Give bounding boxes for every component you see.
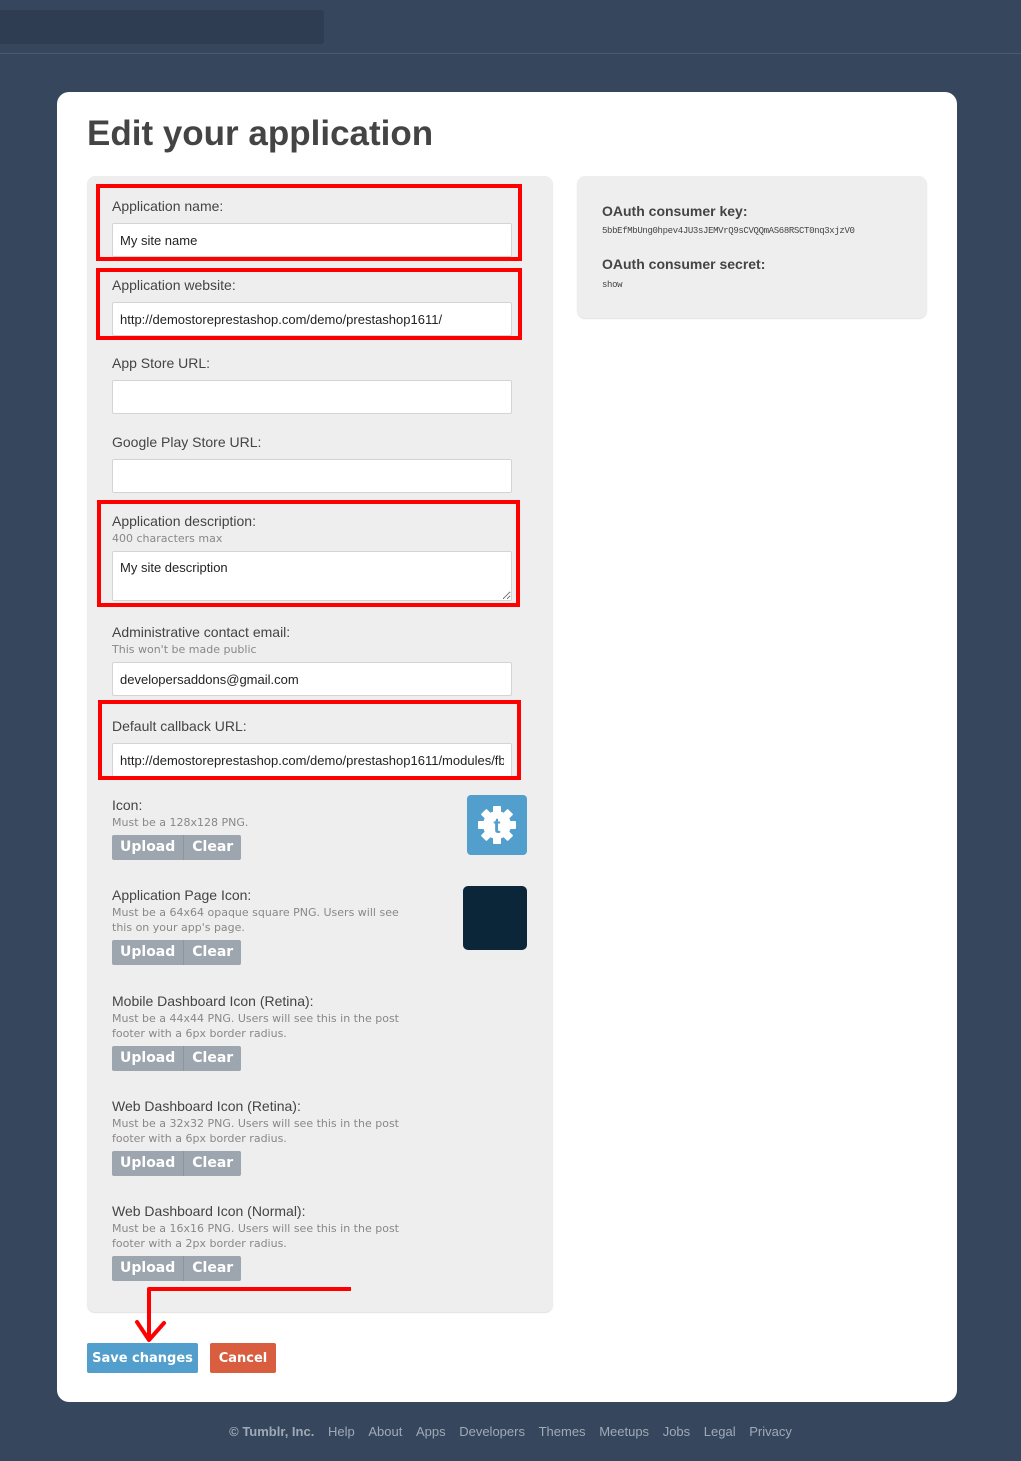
application-description-textarea[interactable]: My site description <box>112 551 512 601</box>
save-changes-button[interactable]: Save changes <box>87 1343 198 1373</box>
application-page-icon-clear-button[interactable]: Clear <box>184 940 242 965</box>
application-website-label: Application website: <box>112 277 236 293</box>
application-page-icon-upload-button[interactable]: Upload <box>112 940 185 965</box>
icon-preview: t <box>467 795 527 855</box>
footer-link-apps[interactable]: Apps <box>416 1424 446 1439</box>
web-dashboard-icon-normal-label: Web Dashboard Icon (Normal): <box>112 1203 306 1219</box>
top-navigation-bar <box>0 0 1021 54</box>
page-title: Edit your application <box>87 114 434 153</box>
app-store-url-label: App Store URL: <box>112 355 211 371</box>
oauth-consumer-secret-label: OAuth consumer secret: <box>602 256 766 272</box>
admin-email-input[interactable] <box>112 662 512 696</box>
field-web-dashboard-icon-normal: Web Dashboard Icon (Normal): Must be a 1… <box>112 1203 512 1281</box>
footer-link-developers[interactable]: Developers <box>459 1424 525 1439</box>
edit-application-card: Edit your application Application name: … <box>57 92 957 1402</box>
admin-email-label: Administrative contact email: <box>112 624 291 640</box>
application-page-icon-button-group: Upload Clear <box>112 940 512 965</box>
footer-link-legal[interactable]: Legal <box>704 1424 736 1439</box>
field-web-dashboard-icon-retina: Web Dashboard Icon (Retina): Must be a 3… <box>112 1098 512 1176</box>
footer-link-about[interactable]: About <box>368 1424 402 1439</box>
application-page-icon-preview <box>463 886 527 950</box>
field-mobile-dashboard-icon: Mobile Dashboard Icon (Retina): Must be … <box>112 993 512 1071</box>
footer-link-privacy[interactable]: Privacy <box>749 1424 792 1439</box>
application-page-icon-hint: Must be a 64x64 opaque square PNG. Users… <box>112 906 399 934</box>
callback-url-input[interactable] <box>112 743 512 777</box>
google-play-url-input[interactable] <box>112 459 512 493</box>
application-website-input[interactable] <box>112 302 512 336</box>
footer-link-help[interactable]: Help <box>328 1424 355 1439</box>
icon-button-group: Upload Clear <box>112 835 512 860</box>
field-application-description: Application description: 400 characters … <box>112 513 512 601</box>
mobile-dashboard-icon-button-group: Upload Clear <box>112 1046 512 1071</box>
footer-link-themes[interactable]: Themes <box>539 1424 586 1439</box>
icon-clear-button[interactable]: Clear <box>184 835 242 860</box>
app-store-url-input[interactable] <box>112 380 512 414</box>
field-app-store-url: App Store URL: <box>112 355 512 414</box>
web-dashboard-icon-retina-label: Web Dashboard Icon (Retina): <box>112 1098 301 1114</box>
icon-upload-button[interactable]: Upload <box>112 835 185 860</box>
field-application-website: Application website: <box>112 277 512 336</box>
callback-url-label: Default callback URL: <box>112 718 247 734</box>
field-icon: Icon: Must be a 128x128 PNG. Upload Clea… <box>112 797 512 860</box>
mobile-dashboard-icon-label: Mobile Dashboard Icon (Retina): <box>112 993 314 1009</box>
application-name-label: Application name: <box>112 198 224 214</box>
web-dashboard-icon-normal-hint: Must be a 16x16 PNG. Users will see this… <box>112 1222 399 1250</box>
tumblr-gear-icon: t <box>478 806 516 844</box>
web-dashboard-icon-retina-upload-button[interactable]: Upload <box>112 1151 185 1176</box>
web-dashboard-icon-normal-button-group: Upload Clear <box>112 1256 512 1281</box>
application-form: Application name: Application website: A… <box>87 176 553 1312</box>
oauth-consumer-key-value: 5bbEfMbUng0hpev4JU3sJEMVrQ9sCVQQmAS68RSC… <box>602 226 855 236</box>
application-name-input[interactable] <box>112 223 512 257</box>
field-admin-email: Administrative contact email: This won't… <box>112 624 512 696</box>
oauth-consumer-secret-show-link[interactable]: show <box>602 280 623 290</box>
web-dashboard-icon-normal-clear-button[interactable]: Clear <box>184 1256 242 1281</box>
icon-hint: Must be a 128x128 PNG. <box>112 816 249 829</box>
field-callback-url: Default callback URL: <box>112 718 512 777</box>
footer-link-jobs[interactable]: Jobs <box>663 1424 690 1439</box>
cancel-button[interactable]: Cancel <box>210 1343 276 1373</box>
field-application-page-icon: Application Page Icon: Must be a 64x64 o… <box>112 887 512 965</box>
footer-link-meetups[interactable]: Meetups <box>599 1424 649 1439</box>
search-bar[interactable] <box>0 10 324 44</box>
icon-label: Icon: <box>112 797 143 813</box>
footer: © Tumblr, Inc. Help About Apps Developer… <box>0 1424 1021 1439</box>
mobile-dashboard-icon-hint: Must be a 44x44 PNG. Users will see this… <box>112 1012 399 1040</box>
mobile-dashboard-icon-upload-button[interactable]: Upload <box>112 1046 185 1071</box>
web-dashboard-icon-retina-hint: Must be a 32x32 PNG. Users will see this… <box>112 1117 399 1145</box>
application-description-label: Application description: <box>112 513 256 529</box>
field-application-name: Application name: <box>112 198 512 257</box>
admin-email-hint: This won't be made public <box>112 643 257 656</box>
footer-copyright: © Tumblr, Inc. <box>229 1424 315 1439</box>
svg-text:t: t <box>494 815 501 838</box>
web-dashboard-icon-normal-upload-button[interactable]: Upload <box>112 1256 185 1281</box>
web-dashboard-icon-retina-button-group: Upload Clear <box>112 1151 512 1176</box>
google-play-url-label: Google Play Store URL: <box>112 434 262 450</box>
mobile-dashboard-icon-clear-button[interactable]: Clear <box>184 1046 242 1071</box>
oauth-credentials-panel: OAuth consumer key: 5bbEfMbUng0hpev4JU3s… <box>577 176 927 318</box>
field-google-play-url: Google Play Store URL: <box>112 434 512 493</box>
application-page-icon-label: Application Page Icon: <box>112 887 252 903</box>
oauth-consumer-key-label: OAuth consumer key: <box>602 203 748 219</box>
application-description-hint: 400 characters max <box>112 532 223 545</box>
web-dashboard-icon-retina-clear-button[interactable]: Clear <box>184 1151 242 1176</box>
